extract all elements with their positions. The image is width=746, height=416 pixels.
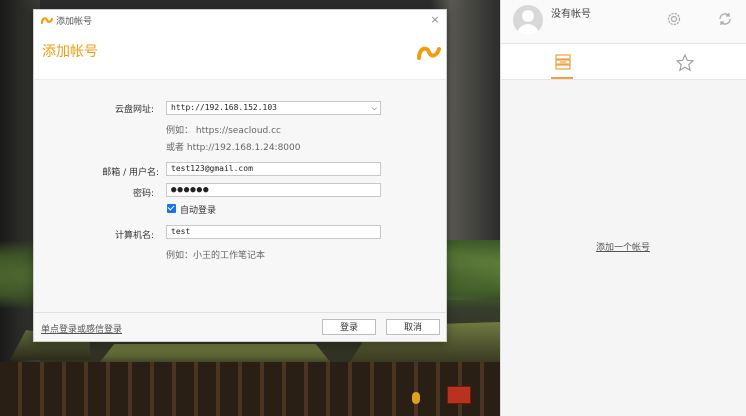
wallpaper-signboard [447, 386, 471, 404]
avatar-shoulders [517, 24, 539, 35]
avatar[interactable] [513, 5, 543, 35]
add-account-link[interactable]: 添加一个帐号 [596, 240, 650, 253]
active-tab-indicator [551, 77, 573, 79]
gear-icon[interactable] [665, 10, 683, 28]
account-bar: 没有帐号 [501, 0, 746, 44]
avatar-head [522, 10, 534, 22]
close-icon[interactable]: × [428, 13, 442, 27]
star-icon [675, 53, 695, 72]
seafile-brand-icon [417, 46, 441, 60]
tab-starred[interactable] [624, 44, 746, 80]
email-label: 邮箱 / 用户名: [102, 168, 159, 178]
account-name[interactable]: 没有帐号 [551, 5, 591, 20]
email-field[interactable]: test123@gmail.com [166, 162, 381, 176]
password-label: 密码: [132, 189, 154, 199]
repos-icon [555, 54, 571, 70]
server-url-hint-2: 或者 http://192.168.1.24:8000 [166, 143, 301, 153]
refresh-icon[interactable] [716, 10, 734, 28]
dialog-header: 添加帐号 [34, 30, 446, 80]
dialog-titlebar[interactable]: 添加帐号 × [34, 10, 446, 30]
sso-login-link[interactable]: 单点登录或感信登录 [41, 322, 122, 335]
wallpaper-lantern [412, 392, 420, 404]
login-button[interactable]: 登录 [322, 319, 376, 335]
server-url-hint-1: 例如： https://seacloud.cc [166, 126, 281, 136]
auto-login-checkbox[interactable] [167, 204, 176, 213]
auto-login-label[interactable]: 自动登录 [180, 203, 216, 216]
seafile-logo-icon [41, 17, 53, 25]
password-value: ●●●●●● [171, 185, 210, 195]
tab-bar [501, 44, 746, 80]
tab-repos[interactable] [501, 44, 624, 80]
cancel-button[interactable]: 取消 [386, 319, 440, 335]
password-field[interactable]: ●●●●●● [166, 183, 381, 197]
server-url-label: 云盘网址: [114, 105, 154, 115]
side-panel: 没有帐号 添加一个帐号 [500, 0, 746, 416]
add-account-dialog: 添加帐号 × 添加帐号 云盘网址: http://192.168.152.103… [33, 9, 447, 342]
computer-name-hint: 例如：小王的工作笔记本 [166, 251, 266, 261]
chevron-down-icon: ⌵ [371, 103, 377, 113]
dialog-heading: 添加帐号 [42, 44, 98, 60]
email-value: test123@gmail.com [171, 164, 253, 173]
computer-name-label: 计算机名: [114, 231, 154, 241]
computer-name-value: test [171, 227, 191, 236]
server-url-value: http://192.168.152.103 [171, 103, 277, 112]
window-title: 添加帐号 [56, 17, 93, 27]
server-url-select[interactable]: http://192.168.152.103 ⌵ [166, 101, 381, 115]
footer-divider [34, 312, 446, 313]
wallpaper-building [0, 362, 500, 416]
computer-name-field[interactable]: test [166, 225, 381, 239]
